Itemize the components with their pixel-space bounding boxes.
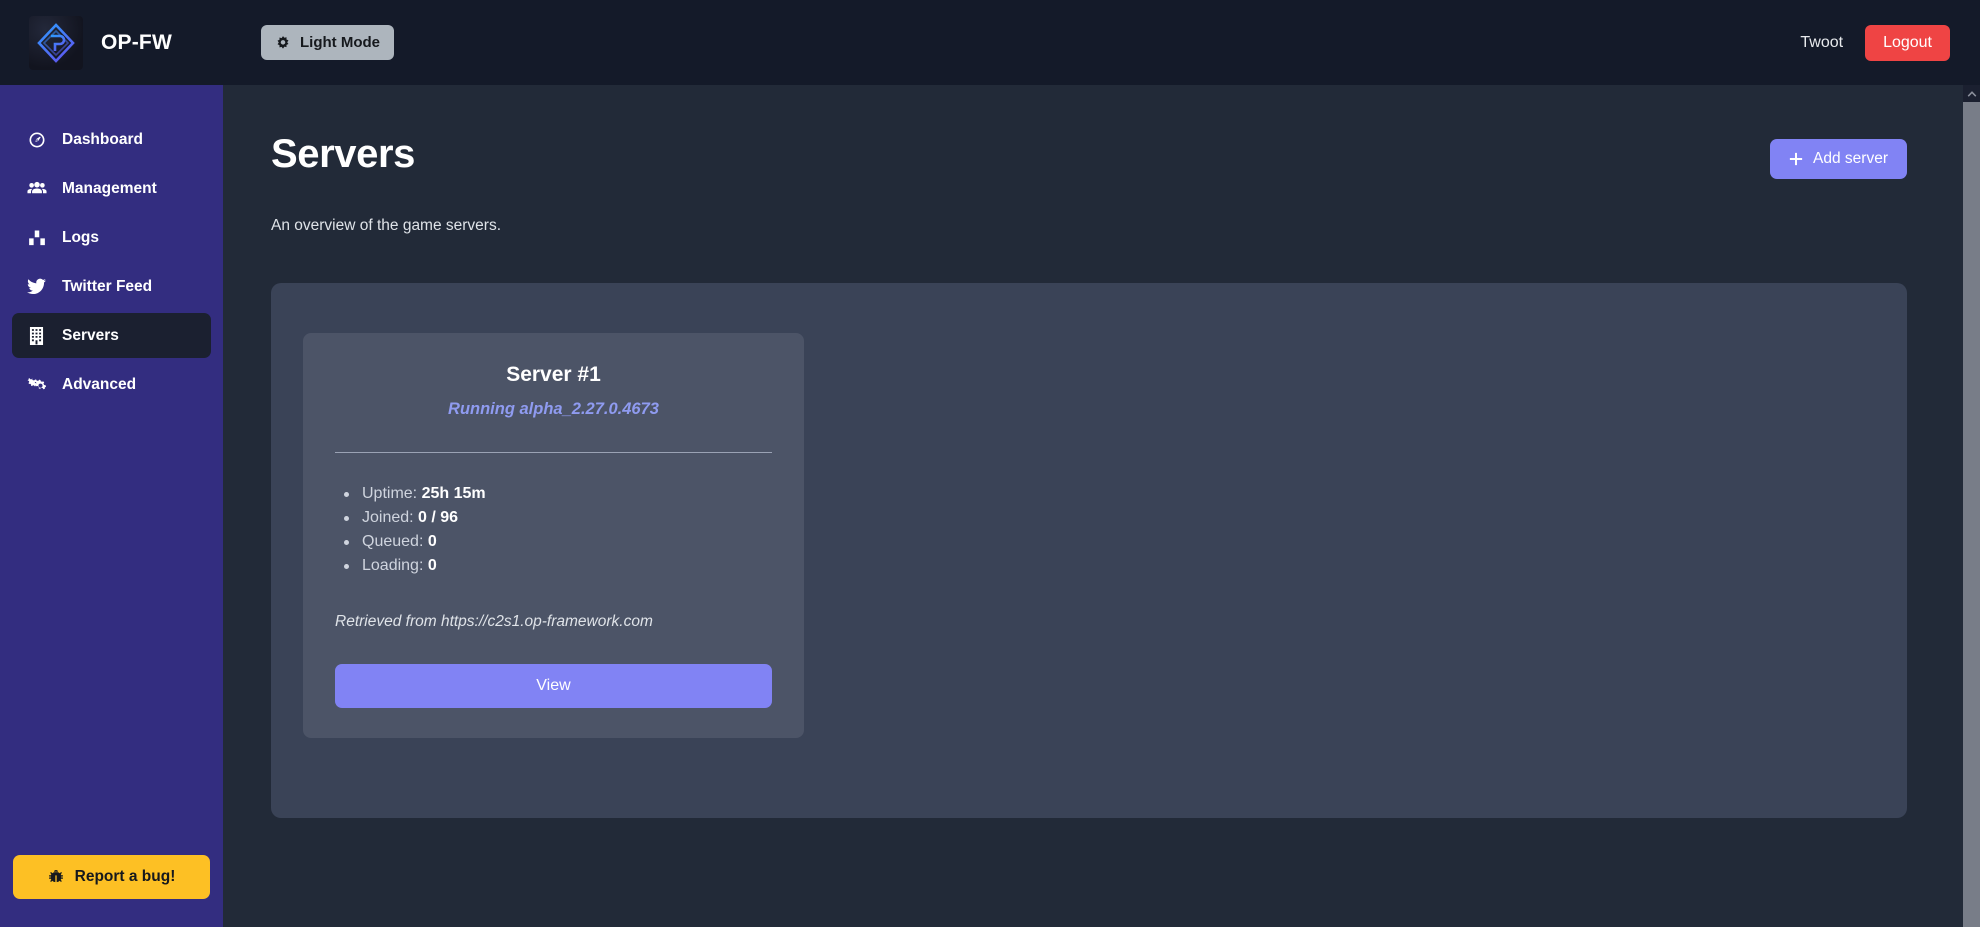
light-mode-label: Light Mode	[300, 34, 380, 51]
sidebar-item-label: Dashboard	[62, 130, 143, 148]
top-navbar: OP-FW Light Mode Twoot Logout	[0, 0, 1980, 85]
stat-value: 0	[427, 557, 437, 574]
server-source: Retrieved from https://c2s1.op-framework…	[335, 613, 653, 630]
main-inner: Servers Add server An overview of the ga…	[223, 85, 1965, 818]
sun-gear-icon	[275, 35, 291, 51]
sidebar-item-label: Advanced	[62, 375, 137, 393]
sidebar-item-label: Twitter Feed	[62, 277, 153, 295]
servers-panel: Server #1 Running alpha_2.27.0.4673 Upti…	[271, 283, 1907, 818]
plus-icon	[1789, 152, 1803, 166]
server-status: Running alpha_2.27.0.4673	[448, 400, 659, 418]
page-header: Servers Add server	[271, 133, 1907, 179]
stat-value: 0	[427, 533, 437, 550]
server-name: Server #1	[506, 363, 601, 386]
stat-value: 25h 15m	[421, 485, 486, 502]
sidebar-item-twitter-feed[interactable]: Twitter Feed	[12, 264, 211, 309]
list-item: Queued: 0	[339, 530, 772, 554]
list-item: Joined: 0 / 96	[339, 506, 772, 530]
building-icon	[26, 326, 47, 345]
sidebar: Dashboard Management Logs Twitter Feed S…	[0, 85, 223, 927]
light-mode-toggle[interactable]: Light Mode	[261, 25, 394, 60]
brand[interactable]: OP-FW	[0, 0, 223, 85]
list-item: Uptime: 25h 15m	[339, 482, 772, 506]
main-content: Servers Add server An overview of the ga…	[223, 85, 1965, 927]
cogs-icon	[26, 376, 47, 394]
sidebar-item-label: Management	[62, 179, 157, 197]
stat-label: Uptime:	[362, 485, 418, 502]
users-icon	[26, 180, 47, 198]
app-root: OP-FW Light Mode Twoot Logout Dashboard	[0, 0, 1980, 927]
user-menu[interactable]: Twoot	[1800, 34, 1843, 52]
brand-name: OP-FW	[101, 30, 172, 54]
list-item: Loading: 0	[339, 554, 772, 578]
stat-label: Joined:	[362, 509, 414, 526]
sidebar-item-dashboard[interactable]: Dashboard	[12, 117, 211, 162]
vertical-scrollbar[interactable]	[1963, 85, 1980, 927]
chevron-up-icon[interactable]	[1963, 85, 1980, 102]
page-title: Servers	[271, 132, 415, 176]
navbar-right-group: Twoot Logout	[1800, 24, 1980, 61]
sidebar-item-management[interactable]: Management	[12, 166, 211, 211]
gauge-icon	[26, 131, 47, 149]
page-subtitle: An overview of the game servers.	[271, 217, 502, 234]
stat-value: 0 / 96	[418, 509, 459, 526]
sidebar-nav: Dashboard Management Logs Twitter Feed S…	[0, 85, 223, 407]
twitter-icon	[26, 278, 47, 295]
sidebar-item-advanced[interactable]: Advanced	[12, 362, 211, 407]
chart-bar-icon	[26, 229, 47, 247]
stat-label: Queued:	[362, 533, 424, 550]
bug-icon	[48, 869, 64, 885]
sidebar-item-logs[interactable]: Logs	[12, 215, 211, 260]
sidebar-item-label: Servers	[62, 326, 119, 344]
server-grid: Server #1 Running alpha_2.27.0.4673 Upti…	[303, 333, 1907, 738]
sidebar-item-servers[interactable]: Servers	[12, 313, 211, 358]
server-stats-list: Uptime: 25h 15m Joined: 0 / 96 Queued: 0	[335, 482, 772, 578]
server-card: Server #1 Running alpha_2.27.0.4673 Upti…	[303, 333, 804, 738]
sidebar-item-label: Logs	[62, 228, 100, 246]
add-server-label: Add server	[1813, 150, 1888, 167]
logout-button[interactable]: Logout	[1865, 24, 1950, 61]
scrollbar-thumb[interactable]	[1963, 102, 1980, 927]
add-server-button[interactable]: Add server	[1770, 139, 1907, 179]
report-bug-button[interactable]: Report a bug!	[13, 855, 210, 899]
op-fw-diamond-logo-icon	[29, 15, 83, 70]
stat-label: Loading:	[362, 557, 424, 574]
report-bug-label: Report a bug!	[74, 868, 176, 885]
view-server-button[interactable]: View	[335, 664, 772, 708]
card-divider	[335, 452, 772, 453]
